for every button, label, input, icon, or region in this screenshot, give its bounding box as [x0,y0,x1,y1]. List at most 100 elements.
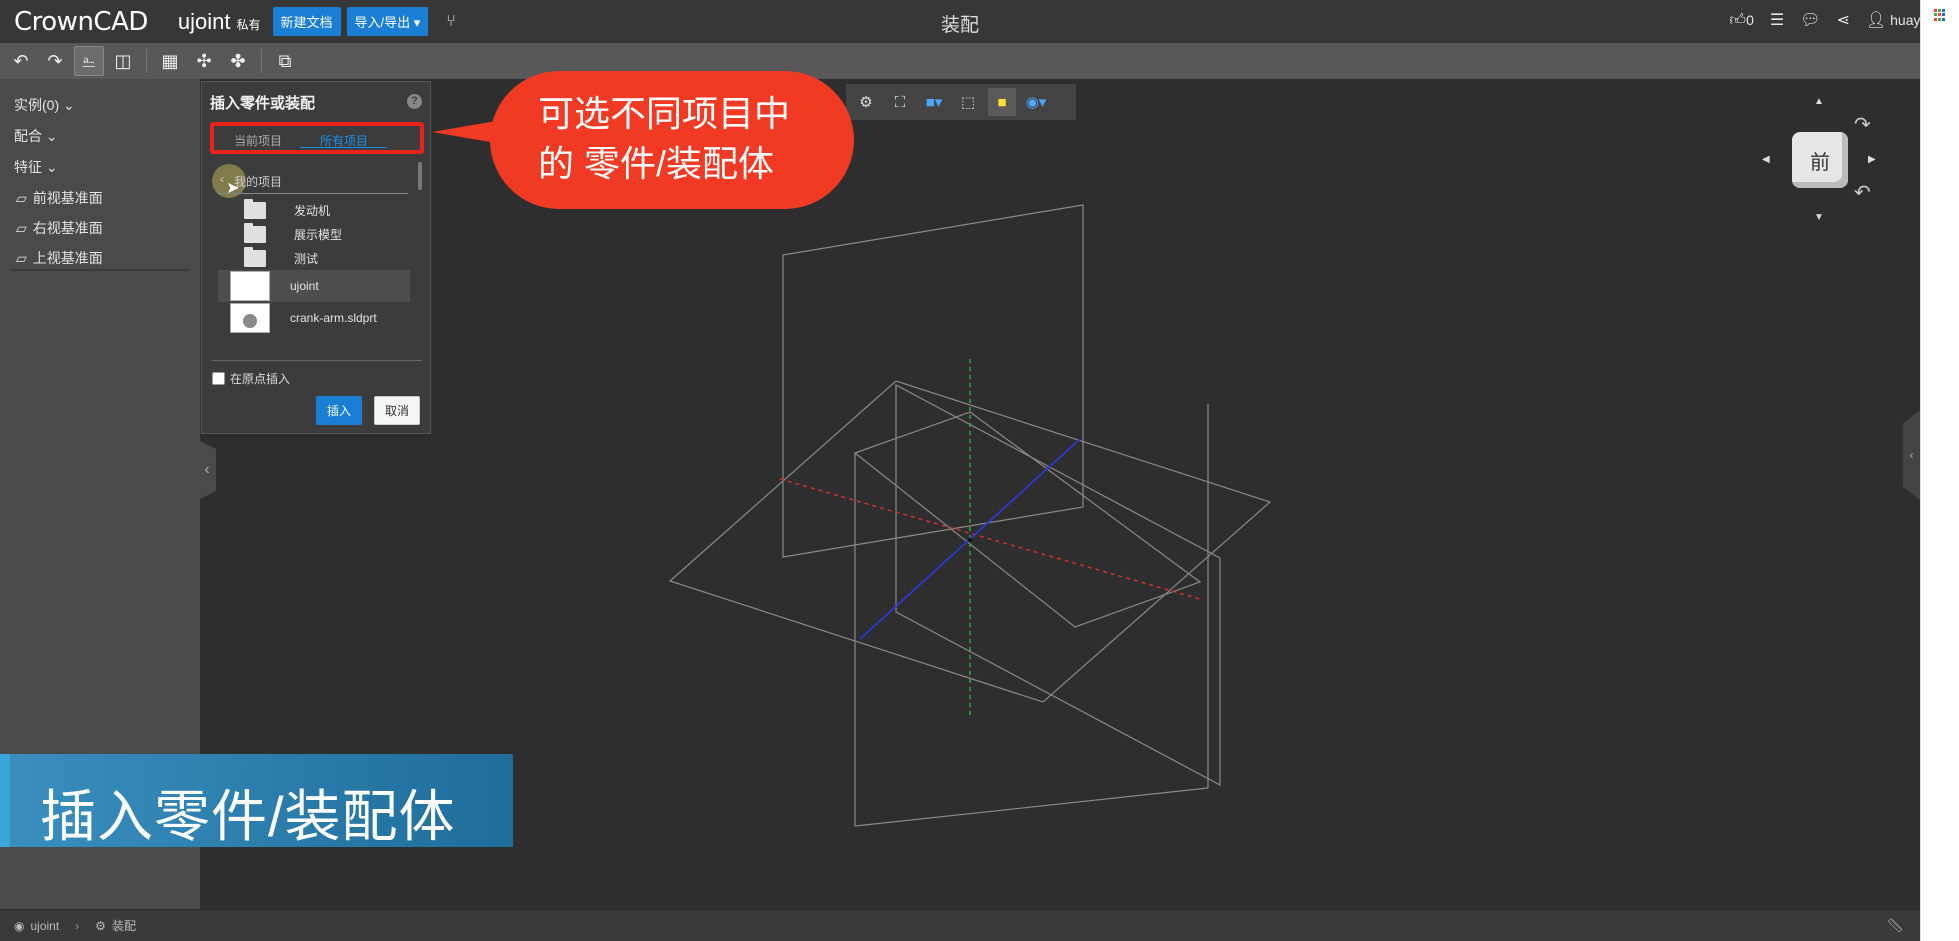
tab-active-underline [300,147,386,148]
section-icon[interactable]: ⧉ [270,46,300,76]
view-toolbar: ⚙ ⛶ ■▾ ⬚ ■ ◉▾ [846,84,1076,120]
status-context[interactable]: 装配 [112,917,136,934]
folder-label: 发动机 [294,203,331,218]
app-logo[interactable]: CrownCAD [14,7,148,37]
callout-line-1: 可选不同项目中 [538,93,791,134]
document-name[interactable]: ujoint [178,9,231,35]
chevron-left-icon: ‹ [220,172,224,186]
top-plane-item[interactable]: ▱ 上视基准面 [16,248,103,268]
cube-front-face[interactable]: 前 [1792,132,1848,188]
folder-label: 测试 [294,251,319,266]
insert-part-icon[interactable]: ⎁ [74,46,104,76]
comment-icon[interactable]: 💬︎ [1800,10,1820,30]
rotate-down-icon[interactable]: ▼ [1814,212,1824,223]
redo-icon[interactable]: ↷ [40,46,70,76]
right-plane [895,383,1221,787]
document-icon: ◉ [14,918,25,933]
assembly-icon: ⚙ [95,918,106,933]
apps-grid-icon[interactable] [1934,9,1946,21]
main-toolbar: ↶ ↷ ⎁ ◫ ▦ ✣ ✤ ⧉ [0,43,1920,79]
like-count: 0 [1746,11,1754,28]
right-panel-toggle[interactable]: ‹ [1903,410,1920,500]
insert-at-origin-label: 在原点插入 [230,372,291,386]
folder-icon [244,246,266,267]
right-plane-label: 右视基准面 [32,220,103,236]
undo-icon[interactable]: ↶ [6,46,36,76]
rotate-up-icon[interactable]: ▲ [1814,96,1824,107]
caption-banner: 插入零件/装配体 [0,754,513,848]
plane-icon: ▱ [16,219,27,236]
mirror-icon[interactable]: ◫ [108,46,138,76]
browser-side-strip [1920,0,1959,941]
insert-at-origin-checkbox[interactable] [212,372,225,385]
front-plane-label: 前视基准面 [32,190,103,206]
rotate-right-icon[interactable]: ▶ [1868,154,1876,165]
display-mode-icon[interactable]: ■▾ [920,88,948,116]
list-icon[interactable]: ☰ [1770,10,1784,30]
annotation-callout: 可选不同项目中 的 零件/装配体 [490,71,854,209]
explode-icon[interactable]: ✤ [223,46,253,76]
list-item[interactable]: ujoint [218,270,410,302]
dialog-title: 插入零件或装配 [210,95,316,112]
rotate-left-icon[interactable]: ◀ [1762,154,1770,165]
front-plane [782,204,1084,558]
top-bar: CrownCAD ujoint 私有 新建文档 导入/导出 ▾ ⑂ [0,0,1920,43]
shaded-icon[interactable]: ■ [988,88,1016,116]
hide-show-icon[interactable]: ⬚ [954,88,982,116]
project-tabs: 当前项目 所有项目 [210,122,424,154]
list-divider [212,360,422,361]
import-export-button[interactable]: 导入/导出 ▾ [346,7,429,36]
privacy-badge: 私有 [236,18,261,32]
panel-divider [10,269,190,271]
file-label: crank-arm.sldprt [290,311,377,325]
list-item[interactable]: crank-arm.sldprt [218,302,410,334]
view-orient-icon[interactable]: ⚙ [852,88,880,116]
features-section[interactable]: 特征 ⌄ [14,157,58,177]
top-right-actions: 👍︎0 ☰ 💬︎ ⋖ 👤︎ huayun ▾ [1729,10,1947,30]
tab-current-project[interactable]: 当前项目 [234,132,282,149]
file-thumbnail [230,303,270,333]
my-projects-label: 我的项目 [234,175,283,189]
file-thumbnail [230,271,270,301]
breadcrumb-separator: › [75,918,80,933]
status-bar: ◉ ujoint › ⚙ 装配 📏︎ [0,910,1920,941]
new-document-button[interactable]: 新建文档 [272,7,341,36]
plane-edge [854,787,1209,827]
mate-icon[interactable]: ✣ [189,46,219,76]
zoom-fit-icon[interactable]: ⛶ [886,88,914,116]
back-to-my-projects[interactable]: ‹ 我的项目 [218,172,408,194]
cancel-button[interactable]: 取消 [374,396,420,425]
folder-icon [244,222,266,243]
plane-icon: ▱ [16,189,27,206]
front-plane-item[interactable]: ▱ 前视基准面 [16,188,103,208]
plane-icon: ▱ [16,249,27,266]
toolbar-divider [261,49,262,73]
folder-label: 展示模型 [294,227,343,242]
like-button[interactable]: 👍︎0 [1729,11,1754,30]
status-doc-name[interactable]: ujoint [30,919,59,933]
right-plane-item[interactable]: ▱ 右视基准面 [16,218,103,238]
thumbs-up-icon: 👍︎ [1729,11,1747,29]
user-icon: 👤︎ [1865,12,1887,29]
insert-at-origin-option[interactable]: 在原点插入 [212,370,290,387]
share-icon[interactable]: ⋖ [1837,10,1850,30]
list-scrollbar[interactable] [418,162,422,190]
camera-icon[interactable]: ◉▾ [1022,88,1050,116]
callout-line-2: 的 零件/装配体 [538,143,775,184]
instances-section[interactable]: 实例(0) ⌄ [14,95,75,115]
branch-icon[interactable]: ⑂ [446,13,456,31]
insert-button[interactable]: 插入 [316,396,362,425]
insert-part-dialog: 插入零件或装配 ? 当前项目 所有项目 ‹ 我的项目 ➤ 发动机 展示模型 测试… [201,81,431,434]
x-axis [779,478,1201,600]
measure-icon[interactable]: 📏︎ [1886,917,1904,934]
pattern-icon[interactable]: ▦ [155,46,185,76]
help-icon[interactable]: ? [407,94,422,109]
view-cube[interactable]: ▲ ▼ ◀ ▶ ↷ ↶ 前 [1760,96,1880,226]
toolbar-divider [146,49,147,73]
folder-icon [244,198,266,219]
roll-ccw-icon[interactable]: ↶ [1854,180,1871,205]
origin-point [968,538,972,542]
file-label: ujoint [290,279,319,293]
mates-section[interactable]: 配合 ⌄ [14,126,58,146]
roll-cw-icon[interactable]: ↷ [1854,112,1871,137]
